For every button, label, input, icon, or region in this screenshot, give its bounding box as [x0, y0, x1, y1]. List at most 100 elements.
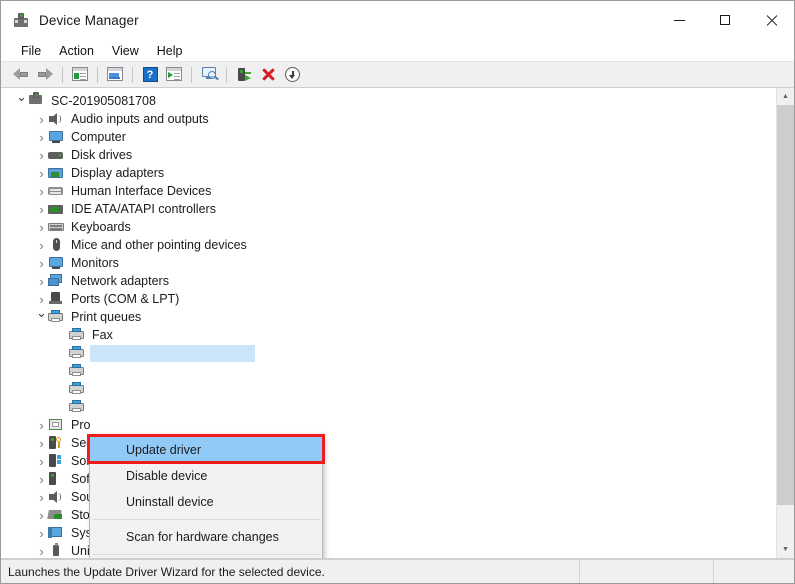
chevron-right-icon[interactable]: [35, 218, 48, 236]
show-hidden-panel-icon: [166, 67, 182, 82]
monitor-icon: [48, 129, 64, 145]
tree-item-mice[interactable]: Mice and other pointing devices: [1, 236, 776, 254]
tree-item-ports[interactable]: Ports (COM & LPT): [1, 290, 776, 308]
show-hidden-devices-button[interactable]: [162, 64, 186, 86]
tree-item-print-queues[interactable]: Print queues: [1, 308, 776, 326]
speaker-icon: [48, 111, 64, 127]
context-menu: Update driver Disable device Uninstall d…: [87, 434, 325, 558]
printer-icon: [48, 309, 64, 325]
tree-item-audio[interactable]: Audio inputs and outputs: [1, 110, 776, 128]
status-pane-3: [714, 560, 794, 583]
chevron-right-icon[interactable]: [35, 128, 48, 146]
tree-item-label: Display adapters: [71, 166, 165, 180]
scan-hardware-button[interactable]: [197, 64, 221, 86]
tree-item-disk-drives[interactable]: Disk drives: [1, 146, 776, 164]
close-button[interactable]: [748, 1, 794, 39]
chevron-down-icon[interactable]: [35, 308, 48, 326]
title-bar: Device Manager: [1, 1, 794, 40]
menu-bar: File Action View Help: [1, 40, 794, 62]
tree-item-printer-fax[interactable]: Fax: [1, 326, 776, 344]
minimize-button[interactable]: [656, 1, 702, 39]
tree-item-hid[interactable]: Human Interface Devices: [1, 182, 776, 200]
download-icon: [284, 67, 300, 82]
chevron-right-icon[interactable]: [35, 506, 48, 524]
context-menu-item-uninstall-device[interactable]: Uninstall device: [90, 489, 322, 515]
tree-item-label: Monitors: [71, 256, 119, 270]
sound-controller-icon: [48, 489, 64, 505]
tree-item-printer[interactable]: [1, 398, 776, 416]
chevron-right-icon[interactable]: [35, 434, 48, 452]
scroll-up-button[interactable]: [777, 88, 794, 105]
chevron-right-icon[interactable]: [35, 182, 48, 200]
chevron-right-icon[interactable]: [35, 524, 48, 542]
tree-item-printer-selected[interactable]: [1, 344, 776, 362]
chevron-right-icon[interactable]: [35, 236, 48, 254]
chevron-right-icon[interactable]: [35, 272, 48, 290]
monitor-icon: [48, 255, 64, 271]
chevron-right-icon[interactable]: [35, 488, 48, 506]
menu-file[interactable]: File: [12, 42, 50, 60]
window-title: Device Manager: [39, 13, 139, 28]
scrollbar-thumb[interactable]: [777, 105, 794, 505]
device-manager-icon: [12, 12, 30, 30]
chevron-right-icon[interactable]: [35, 200, 48, 218]
tree-item-label: Network adapters: [71, 274, 169, 288]
tree-item-display-adapters[interactable]: Display adapters: [1, 164, 776, 182]
tree-item-monitors[interactable]: Monitors: [1, 254, 776, 272]
menu-view[interactable]: View: [103, 42, 148, 60]
chevron-right-icon[interactable]: [35, 452, 48, 470]
chevron-right-icon[interactable]: [35, 416, 48, 434]
scan-monitor-icon: [201, 67, 219, 82]
tree-item-network-adapters[interactable]: Network adapters: [1, 272, 776, 290]
chevron-right-icon[interactable]: [35, 254, 48, 272]
network-adapter-icon: [48, 273, 64, 289]
enable-device-button[interactable]: [232, 64, 256, 86]
tree-item-keyboards[interactable]: Keyboards: [1, 218, 776, 236]
printer-icon: [69, 381, 85, 397]
back-button[interactable]: [9, 64, 33, 86]
help-button[interactable]: ?: [138, 64, 162, 86]
software-device-icon: [48, 471, 64, 487]
computer-icon: [28, 92, 44, 109]
tree-item-ide-controllers[interactable]: IDE ATA/ATAPI controllers: [1, 200, 776, 218]
toolbar-separator: [97, 66, 98, 83]
menu-action[interactable]: Action: [50, 42, 103, 60]
properties-panel-button[interactable]: [68, 64, 92, 86]
tree-item-label: Sof: [71, 454, 90, 468]
context-menu-item-disable-device[interactable]: Disable device: [90, 463, 322, 489]
chevron-right-icon[interactable]: [35, 542, 48, 558]
menu-help[interactable]: Help: [148, 42, 192, 60]
context-menu-item-update-driver[interactable]: Update driver: [87, 434, 325, 464]
tree-item-label: Ports (COM & LPT): [71, 292, 180, 306]
context-menu-separator: [92, 554, 320, 555]
update-driver-button[interactable]: [280, 64, 304, 86]
device-tree[interactable]: SC-201905081708 Audio inputs and outputs…: [1, 88, 776, 558]
chevron-down-icon[interactable]: [15, 92, 28, 110]
context-menu-item-label: Scan for hardware changes: [126, 530, 279, 544]
tree-item-printer[interactable]: [1, 362, 776, 380]
scrollbar-track[interactable]: [777, 105, 794, 541]
context-menu-item-label: Uninstall device: [126, 495, 214, 509]
context-menu-item-scan-hardware[interactable]: Scan for hardware changes: [90, 524, 322, 550]
tree-item-printer[interactable]: [1, 380, 776, 398]
vertical-scrollbar[interactable]: [776, 88, 794, 558]
tree-item-label: Mice and other pointing devices: [71, 238, 247, 252]
disk-icon: [48, 147, 64, 163]
uninstall-device-button[interactable]: [256, 64, 280, 86]
scroll-down-button[interactable]: [777, 541, 794, 558]
printer-icon: [69, 327, 85, 343]
chevron-right-icon[interactable]: [35, 146, 48, 164]
back-icon: [13, 68, 29, 81]
chevron-right-icon[interactable]: [35, 110, 48, 128]
forward-button[interactable]: [33, 64, 57, 86]
close-icon: [766, 15, 777, 26]
chevron-right-icon[interactable]: [35, 164, 48, 182]
tree-item-processors[interactable]: Pro: [1, 416, 776, 434]
maximize-button[interactable]: [702, 1, 748, 39]
tree-item-computer[interactable]: Computer: [1, 128, 776, 146]
chevron-right-icon[interactable]: [35, 470, 48, 488]
update-driver-panel-icon: [107, 67, 123, 82]
tree-root-item[interactable]: SC-201905081708: [1, 92, 776, 110]
update-driver-panel-button[interactable]: [103, 64, 127, 86]
tree-item-label: Keyboards: [71, 220, 131, 234]
